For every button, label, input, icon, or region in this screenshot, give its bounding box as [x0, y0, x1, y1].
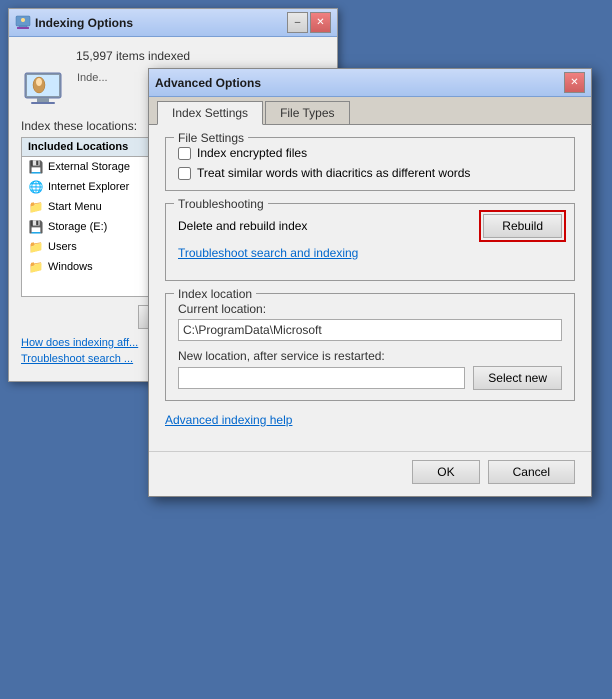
computer-svg [21, 71, 69, 111]
new-location-input[interactable] [178, 367, 465, 389]
location-label: External Storage [48, 161, 130, 173]
checkbox-row-encrypted: Index encrypted files [178, 146, 562, 160]
advanced-options-dialog: Advanced Options ✕ Index Settings File T… [148, 68, 592, 497]
location-label: Storage (E:) [48, 221, 107, 233]
indexing-titlebar: Indexing Options – ✕ [9, 9, 337, 37]
minimize-button[interactable]: – [287, 12, 308, 33]
troubleshoot-search-link[interactable]: Troubleshoot search and indexing [178, 246, 562, 260]
folder-icon: 📁 [28, 199, 44, 215]
location-label: Users [48, 241, 77, 253]
index-location-group: Index location Current location: New loc… [165, 293, 575, 401]
troubleshooting-label: Troubleshooting [174, 197, 268, 211]
current-location-label: Current location: [178, 302, 562, 316]
rebuild-row: Delete and rebuild index Rebuild [178, 212, 562, 246]
checkbox-row-diacritics: Treat similar words with diacritics as d… [178, 166, 562, 180]
items-count-text: 15,997 items indexed [76, 49, 325, 63]
advanced-close-button[interactable]: ✕ [564, 72, 585, 93]
drive-icon: 💾 [28, 219, 44, 235]
ok-button[interactable]: OK [412, 460, 479, 484]
advanced-indexing-help-link[interactable]: Advanced indexing help [165, 413, 575, 427]
file-settings-label: File Settings [174, 131, 248, 145]
cancel-button[interactable]: Cancel [488, 460, 575, 484]
indexing-title-left: Indexing Options [15, 15, 133, 31]
current-location-input[interactable] [178, 319, 562, 341]
drive-icon: 💾 [28, 159, 44, 175]
select-new-button[interactable]: Select new [473, 366, 562, 390]
close-button[interactable]: ✕ [310, 12, 331, 33]
location-label: Windows [48, 261, 93, 273]
folder-icon: 📁 [28, 259, 44, 275]
location-label: Start Menu [48, 201, 102, 213]
advanced-titlebar: Advanced Options ✕ [149, 69, 591, 97]
rebuild-button[interactable]: Rebuild [483, 214, 562, 238]
advanced-footer: OK Cancel [149, 451, 591, 496]
location-label: Internet Explorer [48, 181, 129, 193]
diacritics-checkbox[interactable] [178, 167, 191, 180]
advanced-content: File Settings Index encrypted files Trea… [149, 125, 591, 451]
indexing-window-icon [15, 15, 31, 31]
tab-index-settings[interactable]: Index Settings [157, 101, 263, 125]
diacritics-label: Treat similar words with diacritics as d… [197, 166, 470, 180]
indexing-title-text: Indexing Options [35, 16, 133, 30]
file-settings-group: File Settings Index encrypted files Trea… [165, 137, 575, 191]
computer-icon [21, 71, 69, 111]
advanced-window-controls: ✕ [564, 72, 585, 93]
indexing-window-controls: – ✕ [287, 12, 331, 33]
new-location-label: New location, after service is restarted… [178, 349, 562, 363]
new-location-row: Select new [178, 366, 562, 390]
encrypt-label: Index encrypted files [197, 146, 307, 160]
encrypt-checkbox[interactable] [178, 147, 191, 160]
advanced-title-text: Advanced Options [155, 76, 261, 90]
tab-file-types[interactable]: File Types [265, 101, 349, 124]
folder-icon: 📁 [28, 239, 44, 255]
ie-icon: 🌐 [28, 179, 44, 195]
index-location-group-label: Index location [174, 287, 256, 301]
rebuild-label: Delete and rebuild index [178, 219, 307, 233]
tabs-row: Index Settings File Types [149, 97, 591, 125]
troubleshooting-group: Troubleshooting Delete and rebuild index… [165, 203, 575, 281]
